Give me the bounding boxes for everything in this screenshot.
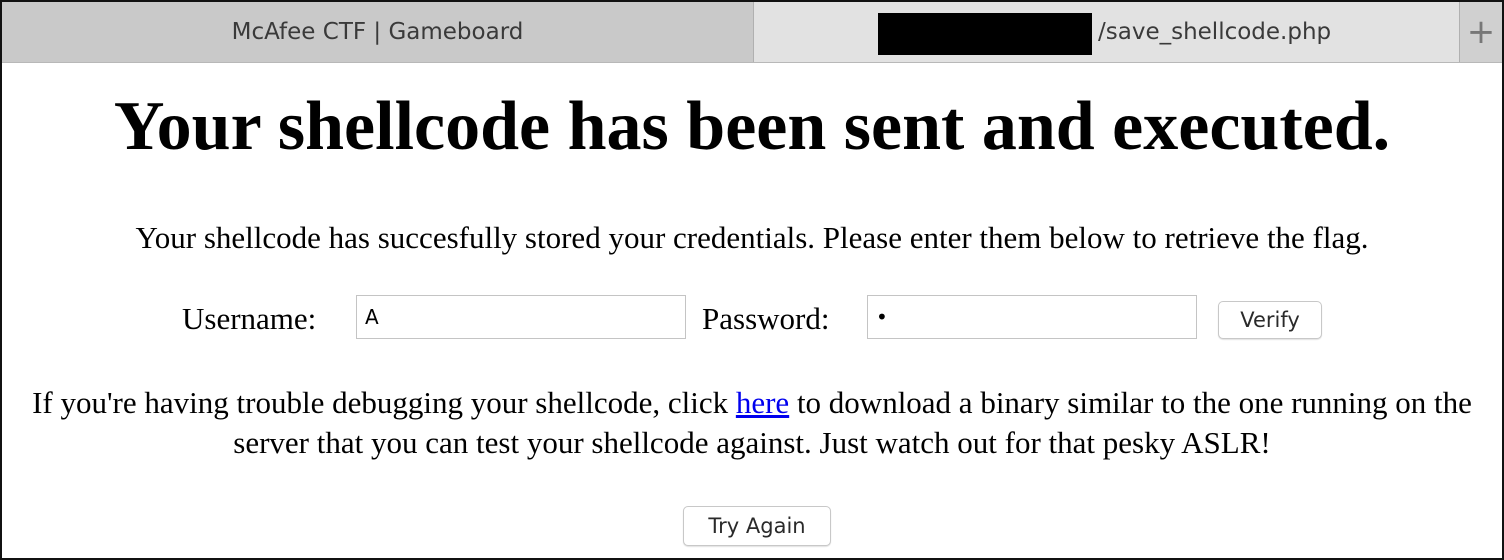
tab-title: /save_shellcode.php — [1098, 19, 1332, 45]
username-input[interactable] — [356, 295, 686, 339]
debug-help-text: If you're having trouble debugging your … — [2, 383, 1502, 463]
new-tab-button[interactable]: + — [1460, 2, 1502, 62]
tab-bar: McAfee CTF | Gameboard /save_shellcode.p… — [2, 2, 1502, 63]
page-content: Your shellcode has been sent and execute… — [2, 63, 1502, 558]
verify-button[interactable]: Verify — [1218, 301, 1322, 339]
redaction-box — [878, 13, 1092, 55]
page-heading: Your shellcode has been sent and execute… — [113, 88, 1391, 165]
plus-icon: + — [1466, 12, 1496, 52]
password-label: Password: — [702, 301, 830, 336]
credentials-message: Your shellcode has succesfully stored yo… — [135, 220, 1369, 255]
tab-save-shellcode[interactable]: /save_shellcode.php — [754, 2, 1460, 62]
debug-text-before: If you're having trouble debugging your … — [32, 385, 736, 420]
download-binary-link[interactable]: here — [736, 385, 789, 420]
username-label: Username: — [182, 301, 317, 336]
credentials-form: Username: Password: Verify — [2, 295, 1502, 343]
try-again-button[interactable]: Try Again — [683, 506, 831, 546]
tab-gameboard[interactable]: McAfee CTF | Gameboard — [2, 2, 754, 62]
browser-window: McAfee CTF | Gameboard /save_shellcode.p… — [0, 0, 1504, 560]
password-input[interactable] — [867, 295, 1197, 339]
tab-title: McAfee CTF | Gameboard — [231, 19, 524, 45]
